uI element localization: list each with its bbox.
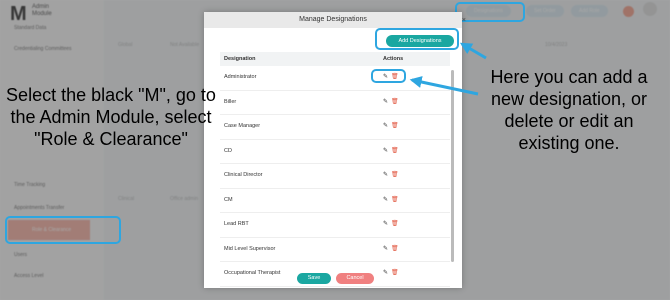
highlight-role-clearance xyxy=(5,216,121,244)
designation-name: CD xyxy=(224,147,232,154)
row-actions: ✎ 🗑 xyxy=(383,140,399,163)
designation-name: Administrator xyxy=(224,74,257,80)
close-icon[interactable]: × xyxy=(462,13,466,29)
row-actions: ✎ 🗑 xyxy=(383,213,399,236)
table-row: Lead RBT ✎ 🗑 xyxy=(220,213,450,238)
designation-name: CM xyxy=(224,196,233,203)
table-header: Designation Actions xyxy=(220,52,450,66)
row-actions: ✎ 🗑 xyxy=(383,91,399,114)
trash-icon[interactable]: 🗑 xyxy=(391,221,399,227)
row-actions: ✎ 🗑 xyxy=(383,238,399,261)
table-row: CM ✎ 🗑 xyxy=(220,189,450,213)
table-row: Clinical Director ✎ 🗑 xyxy=(220,164,450,189)
row-actions: ✎ 🗑 xyxy=(383,115,399,138)
column-designation: Designation xyxy=(224,56,256,62)
trash-icon[interactable]: 🗑 xyxy=(391,197,399,203)
designation-name: Mid Level Supervisor xyxy=(224,245,276,252)
pencil-icon[interactable]: ✎ xyxy=(383,99,388,105)
modal-scrollbar[interactable] xyxy=(451,70,454,262)
trash-icon[interactable]: 🗑 xyxy=(391,99,399,105)
trash-icon[interactable]: 🗑 xyxy=(391,172,399,178)
modal-header: Manage Designations × xyxy=(204,12,466,28)
table-row: Occupational Therapist ✎ 🗑 xyxy=(220,262,450,287)
trash-icon[interactable]: 🗑 xyxy=(391,148,399,154)
table-row: Case Manager ✎ 🗑 xyxy=(220,115,450,140)
designation-name: Case Manager xyxy=(224,123,261,129)
designation-name: Biller xyxy=(224,98,237,105)
pencil-icon[interactable]: ✎ xyxy=(383,270,388,276)
pencil-icon[interactable]: ✎ xyxy=(383,246,388,252)
row-actions: ✎ 🗑 xyxy=(383,164,399,187)
save-button[interactable]: Save xyxy=(297,273,331,284)
highlight-add-designations xyxy=(375,28,459,50)
designations-table: Designation Actions Administrator ✎ 🗑 Bille… xyxy=(220,52,450,287)
pencil-icon[interactable]: ✎ xyxy=(383,148,388,154)
annotation-right: Here you can add a new designation, or d… xyxy=(490,67,648,153)
table-row: Administrator ✎ 🗑 xyxy=(220,66,450,91)
designation-name: Clinical Director xyxy=(224,172,263,178)
table-row: Biller ✎ 🗑 xyxy=(220,91,450,115)
pencil-icon[interactable]: ✎ xyxy=(383,123,388,129)
column-actions: Actions xyxy=(383,56,404,62)
table-row: CD ✎ 🗑 xyxy=(220,140,450,164)
cancel-button[interactable]: Cancel xyxy=(336,273,374,284)
row-actions: ✎ 🗑 xyxy=(383,189,399,212)
row-actions: ✎ 🗑 xyxy=(383,262,399,285)
designation-name: Occupational Therapist xyxy=(224,270,281,276)
annotation-left: Select the black "M", go to the Admin Mo… xyxy=(6,85,216,149)
pencil-icon[interactable]: ✎ xyxy=(383,172,388,178)
pencil-icon[interactable]: ✎ xyxy=(383,197,388,203)
designation-name: Lead RBT xyxy=(224,221,249,227)
highlight-row-actions xyxy=(371,69,406,83)
manage-designations-modal: Manage Designations × Add Designations D… xyxy=(204,12,466,288)
table-row: Mid Level Supervisor ✎ 🗑 xyxy=(220,238,450,262)
pencil-icon[interactable]: ✎ xyxy=(383,221,388,227)
trash-icon[interactable]: 🗑 xyxy=(391,123,399,129)
trash-icon[interactable]: 🗑 xyxy=(391,246,399,252)
modal-title: Manage Designations xyxy=(299,16,367,23)
trash-icon[interactable]: 🗑 xyxy=(391,270,399,276)
